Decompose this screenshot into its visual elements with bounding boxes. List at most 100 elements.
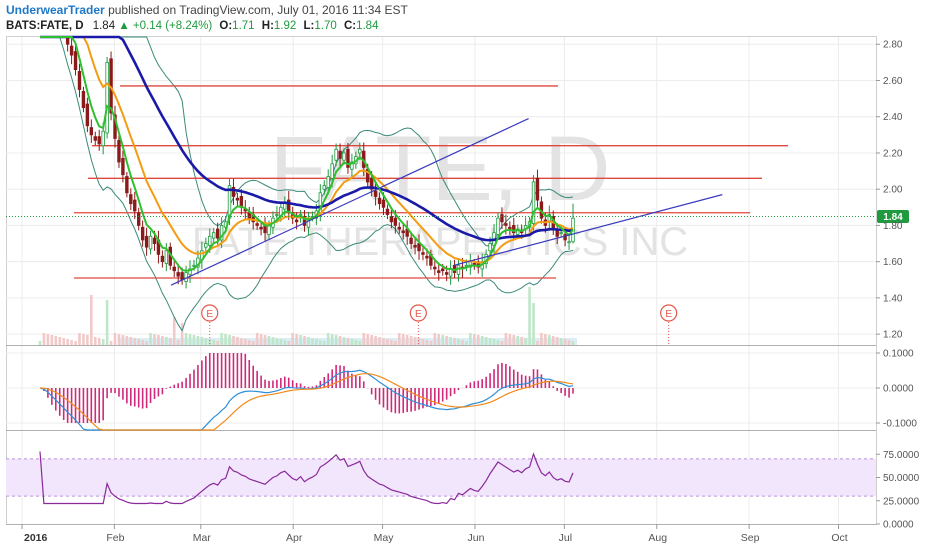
volume-bar [58, 337, 62, 345]
volume-bar [457, 339, 460, 345]
time-tick-label: Apr [286, 532, 303, 544]
candle-body [437, 270, 441, 273]
volume-bar [354, 340, 358, 345]
volume-bar [200, 337, 204, 345]
candle-body [342, 152, 346, 161]
candle-body [164, 250, 169, 264]
volume-bar [528, 287, 531, 345]
price-axis[interactable]: 2.80 2.60 2.40 2.20 2.00 1.80 1.60 1.40 1.20 0.10… [876, 40, 920, 531]
rsi-band [6, 458, 876, 497]
volume-bar [125, 336, 129, 345]
volume-bar [330, 334, 334, 345]
volume-bar [429, 341, 433, 345]
volume-bar [445, 336, 448, 345]
candle-body [184, 272, 188, 282]
volume-bar [86, 335, 89, 345]
volume-bar [307, 337, 310, 345]
volume-bar [567, 340, 571, 345]
volume-bar [50, 335, 54, 345]
candle-body [425, 255, 429, 259]
candle-body [85, 103, 90, 127]
volume-bar [334, 335, 338, 345]
volume-bar [563, 339, 567, 345]
volume-bar [394, 341, 397, 345]
volume-bar [62, 338, 65, 345]
volume-bar [299, 335, 302, 345]
volume-bar [492, 339, 496, 345]
chart-canvas[interactable]: FATE, D FATE THERAPEUTICS INC EEE 1.84 2… [0, 0, 932, 550]
volume-bar [244, 339, 247, 345]
candle-body [93, 136, 97, 141]
earnings-marker-label: E [206, 309, 213, 320]
volume-bar [259, 334, 263, 345]
volume-bar [469, 333, 472, 345]
volume-bar [520, 337, 523, 345]
volume-bar [413, 337, 417, 345]
volume-bar [54, 336, 58, 345]
price-tick-label: 2.40 [883, 112, 903, 123]
time-tick-label: Sep [741, 532, 760, 544]
volume-bar [472, 334, 476, 345]
volume-bar [66, 339, 69, 345]
volume-bar [208, 339, 212, 345]
candle-body [283, 203, 287, 210]
volume-bar [287, 341, 291, 345]
volume-bar [551, 336, 555, 345]
time-tick-label: Mar [193, 532, 212, 544]
volume-bar [145, 341, 148, 345]
candle-body [417, 243, 421, 252]
candle-body [77, 71, 82, 90]
candle-body [101, 130, 105, 147]
volume-bar [121, 335, 125, 345]
volume-bar [441, 335, 445, 345]
candle-body [144, 235, 149, 248]
volume-bar [322, 341, 326, 345]
candle-body [235, 197, 240, 201]
candle-body [215, 228, 220, 239]
grid [6, 37, 876, 524]
candle-body [117, 139, 121, 163]
volume-bar [78, 333, 81, 345]
candle-body [397, 226, 401, 230]
volume-bar [319, 340, 322, 345]
volume-bar [409, 336, 413, 345]
volume-bar [263, 335, 267, 345]
volume-bar [105, 300, 109, 345]
candle-body [212, 232, 216, 239]
candle-body [433, 266, 437, 270]
candle-body [381, 199, 386, 208]
time-tick-label: Oct [831, 532, 847, 544]
volume-bar [500, 341, 504, 345]
volume-bar [153, 334, 156, 345]
volume-bar [516, 336, 520, 345]
candle-body [444, 272, 449, 275]
volume-bar [184, 333, 188, 345]
volume-bar [188, 334, 192, 345]
volume-bar [267, 336, 271, 345]
volume-bar [216, 341, 219, 345]
time-tick-label: Jul [559, 532, 572, 544]
volume-bar [401, 334, 405, 345]
candle-body [287, 199, 291, 212]
candle-body [133, 199, 137, 212]
volume-bar [476, 335, 480, 345]
candle-body [148, 235, 153, 250]
candle-body [255, 223, 259, 226]
volume-bar [453, 338, 456, 345]
candle-body [73, 51, 78, 71]
volume-bar [133, 338, 137, 345]
volume-bar [425, 340, 429, 345]
volume-bar [137, 339, 141, 345]
volume-bar [532, 303, 535, 345]
volume-bar [212, 340, 216, 345]
candle-body [358, 148, 362, 154]
candle-body [69, 45, 74, 56]
volume-bar [46, 334, 50, 345]
time-tick-label: Jun [467, 532, 484, 544]
candle-body [259, 226, 263, 230]
volume-bar [449, 337, 452, 345]
volume-bar [283, 340, 287, 345]
time-axis[interactable]: 2016 Feb Mar Apr May Jun Jul Aug Sep Oct [21, 524, 848, 544]
price-tick-label: 1.80 [883, 221, 903, 232]
volume-bar [38, 341, 42, 345]
